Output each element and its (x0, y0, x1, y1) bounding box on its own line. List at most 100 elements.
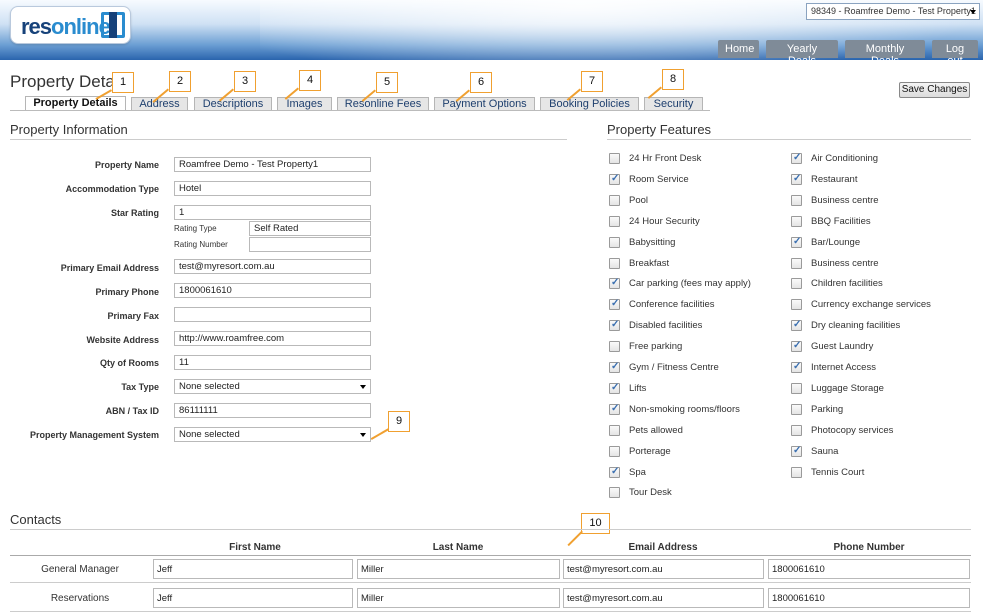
property-features-title: Property Features (607, 122, 712, 137)
property-features-rule (607, 139, 971, 140)
feature-checkbox[interactable] (791, 466, 802, 478)
gm-email-input[interactable]: test@myresort.com.au (563, 559, 764, 579)
resonline-logo[interactable]: resonline (10, 6, 131, 44)
accommodation-type-input[interactable]: Hotel (174, 181, 371, 196)
feature-label: Business centre (811, 257, 879, 269)
contacts-row-rule (10, 582, 971, 583)
feature-checkbox[interactable] (609, 319, 620, 332)
primary-email-label: Primary Email Address (60, 263, 159, 273)
feature-checkbox[interactable] (791, 299, 802, 311)
feature-label: Porterage (629, 445, 671, 457)
callout-6: 6 (470, 72, 492, 93)
feature-checkbox[interactable] (791, 424, 802, 436)
rating-number-input[interactable] (249, 237, 371, 252)
feature-checkbox[interactable] (791, 445, 802, 457)
feature-checkbox[interactable] (791, 236, 802, 248)
feature-label: 24 Hour Security (629, 215, 700, 227)
gm-first-name-input[interactable]: Jeff (153, 559, 353, 579)
feature-checkbox[interactable] (609, 424, 620, 436)
tab-booking-policies[interactable]: Booking Policies (540, 97, 639, 110)
website-address-label: Website Address (86, 335, 159, 345)
contacts-rule (10, 529, 971, 530)
property-name-input[interactable]: Roamfree Demo - Test Property1 (174, 157, 371, 172)
feature-checkbox[interactable] (609, 487, 620, 499)
feature-checkbox[interactable] (609, 173, 620, 185)
star-rating-input[interactable]: 1 (174, 205, 371, 220)
contacts-row-rule (10, 611, 971, 612)
feature-label: BBQ Facilities (811, 215, 871, 227)
feature-checkbox[interactable] (609, 194, 620, 206)
feature-checkbox[interactable] (791, 319, 802, 332)
primary-phone-input[interactable]: 1800061610 (174, 283, 371, 298)
tab-security[interactable]: Security (644, 97, 703, 110)
tab-payment-options[interactable]: Payment Options (434, 97, 535, 110)
tab-property-details[interactable]: Property Details (25, 96, 126, 111)
rating-type-input[interactable]: Self Rated (249, 221, 371, 236)
callout-9: 9 (388, 411, 410, 432)
tax-type-select[interactable]: None selected (174, 379, 371, 394)
feature-label: Luggage Storage (811, 382, 884, 394)
feature-checkbox[interactable] (609, 445, 620, 457)
feature-checkbox[interactable] (791, 361, 802, 373)
page-title: Property Deta (10, 72, 115, 91)
feature-checkbox[interactable] (791, 382, 802, 394)
primary-email-input[interactable]: test@myresort.com.au (174, 259, 371, 274)
qty-of-rooms-input[interactable]: 11 (174, 355, 371, 370)
feature-label: Spa (629, 466, 646, 478)
website-address-input[interactable]: http://www.roamfree.com (174, 331, 371, 346)
feature-checkbox[interactable] (609, 341, 620, 353)
feature-checkbox[interactable] (609, 236, 620, 248)
abn-tax-id-input[interactable]: 86111111 (174, 403, 371, 418)
feature-label: Non-smoking rooms/floors (629, 403, 740, 415)
contacts-header-phone: Phone Number (833, 542, 905, 553)
feature-checkbox[interactable] (791, 278, 802, 290)
res-first-name-input[interactable]: Jeff (153, 588, 353, 608)
feature-label: Free parking (629, 341, 683, 353)
feature-checkbox[interactable] (791, 152, 802, 164)
nav-monthly-deals[interactable]: Monthly Deals (845, 40, 925, 67)
nav-log-out[interactable]: Log out (932, 40, 978, 67)
property-name-label: Property Name (94, 160, 159, 170)
feature-checkbox[interactable] (609, 215, 620, 227)
res-email-input[interactable]: test@myresort.com.au (563, 588, 764, 608)
feature-checkbox[interactable] (791, 173, 802, 185)
feature-checkbox[interactable] (791, 403, 802, 415)
gm-phone-input[interactable]: 1800061610 (768, 559, 970, 579)
pms-value: None selected (179, 429, 240, 440)
primary-fax-input[interactable] (174, 307, 371, 322)
rating-number-label: Rating Number (174, 240, 228, 249)
feature-checkbox[interactable] (791, 215, 802, 227)
feature-checkbox[interactable] (609, 466, 620, 478)
tab-descriptions[interactable]: Descriptions (194, 97, 272, 110)
feature-label: Babysitting (629, 236, 676, 248)
callout-1: 1 (112, 72, 134, 93)
logo-text-res: res (21, 14, 52, 39)
feature-checkbox[interactable] (791, 257, 802, 269)
feature-checkbox[interactable] (609, 361, 620, 373)
feature-label: Pets allowed (629, 424, 683, 436)
res-last-name-input[interactable]: Miller (357, 588, 560, 608)
feature-checkbox[interactable] (791, 340, 802, 353)
tab-resonline-fees[interactable]: Resonline Fees (337, 97, 429, 110)
feature-checkbox[interactable] (609, 403, 620, 415)
feature-checkbox[interactable] (609, 382, 620, 394)
feature-checkbox[interactable] (609, 277, 620, 290)
save-changes-button[interactable]: Save Changes (899, 82, 970, 98)
res-phone-input[interactable]: 1800061610 (768, 588, 970, 608)
feature-checkbox[interactable] (609, 257, 620, 269)
feature-checkbox[interactable] (609, 153, 620, 164)
callout-3: 3 (234, 71, 256, 92)
logo-door-icon (101, 12, 125, 38)
property-selector[interactable]: 98349 - Roamfree Demo - Test Property1 (806, 3, 980, 20)
feature-checkbox[interactable] (609, 298, 620, 311)
nav-home[interactable]: Home (718, 40, 759, 58)
callout-8: 8 (662, 69, 684, 90)
pms-select[interactable]: None selected (174, 427, 371, 442)
nav-yearly-deals[interactable]: Yearly Deals (766, 40, 838, 67)
feature-label: Bar/Lounge (811, 236, 861, 248)
feature-label: Pool (629, 194, 649, 206)
tab-address[interactable]: Address (131, 97, 188, 110)
feature-checkbox[interactable] (791, 194, 802, 206)
gm-last-name-input[interactable]: Miller (357, 559, 560, 579)
primary-phone-label: Primary Phone (95, 287, 159, 297)
